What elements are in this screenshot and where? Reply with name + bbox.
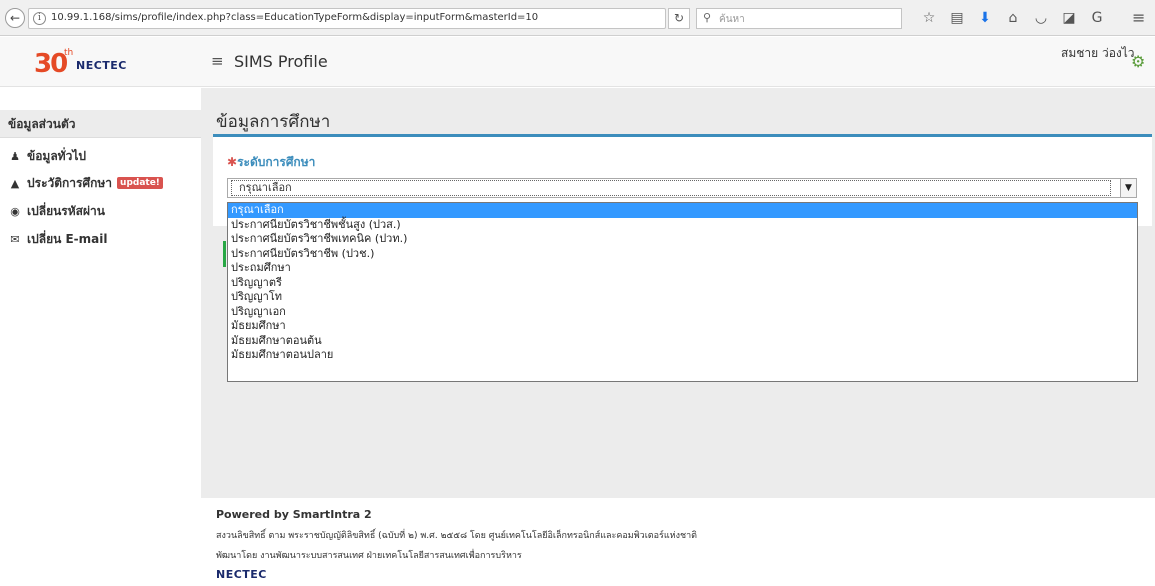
dropdown-option[interactable]: ประกาศนียบัตรวิชาชีพเทคนิค (ปวท.): [228, 232, 1137, 247]
user-icon: ♟: [10, 149, 20, 163]
download-icon[interactable]: ⬇: [976, 9, 994, 27]
url-text[interactable]: 10.99.1.168/sims/profile/index.php?class…: [51, 12, 538, 23]
browser-toolbar-icons: ☆ ▤ ⬇ ⌂ ◡ ◪ G: [920, 9, 1106, 27]
address-bar[interactable]: i 10.99.1.168/sims/profile/index.php?cla…: [28, 8, 666, 29]
logo-superscript: th: [64, 48, 74, 58]
dropdown-option[interactable]: ปริญญาเอก: [228, 305, 1137, 320]
powered-by: Powered by SmartIntra 2: [216, 508, 372, 521]
sidebar-item-education[interactable]: ▲ ประวัติการศึกษา update!: [8, 173, 163, 193]
dropdown-option[interactable]: กรุณาเลือก: [228, 203, 1137, 218]
search-icon: ⚲: [703, 11, 712, 24]
dropdown-option[interactable]: ประกาศนียบัตรวิชาชีพ (ปวช.): [228, 247, 1137, 262]
footer: Powered by SmartIntra 2 สงวนลิขสิทธิ์ ตา…: [201, 498, 1155, 586]
reading-list-icon[interactable]: ▤: [948, 9, 966, 27]
education-level-dropdown: กรุณาเลือก ประกาศนียบัตรวิชาชีพชั้นสูง (…: [227, 202, 1138, 382]
search-placeholder: ค้นหา: [719, 14, 745, 25]
reload-icon[interactable]: ↻: [668, 8, 690, 29]
hamburger-menu-icon[interactable]: ≡: [211, 52, 224, 70]
sidebar-item-label: เปลี่ยนรหัสผ่าน: [27, 203, 105, 218]
dropdown-option[interactable]: ปริญญาตรี: [228, 276, 1137, 291]
user-name[interactable]: สมชาย ว่องไว: [1061, 44, 1135, 63]
sidebar-item-general-info[interactable]: ♟ ข้อมูลทั่วไป: [8, 146, 86, 166]
dropdown-option[interactable]: ประกาศนียบัตรวิชาชีพชั้นสูง (ปวส.): [228, 218, 1137, 233]
extension-icon[interactable]: ◪: [1060, 9, 1078, 27]
update-badge: update!: [117, 177, 163, 189]
field-label-text: ระดับการศึกษา: [237, 155, 316, 169]
footer-logo: NECTEC: [216, 568, 267, 581]
logo-number: 30: [34, 49, 68, 79]
info-icon[interactable]: i: [33, 12, 46, 25]
sidebar-item-change-email[interactable]: ✉ เปลี่ยน E-mail: [8, 229, 108, 249]
copyright-text: สงวนลิขสิทธิ์ ตาม พระราชบัญญัติลิขสิทธิ์…: [216, 531, 698, 541]
browser-search-input[interactable]: ⚲ ค้นหา: [696, 8, 902, 29]
logo-brand: NECTEC: [76, 59, 127, 72]
sidebar-heading: ข้อมูลส่วนตัว: [0, 110, 201, 138]
logo[interactable]: 30 th NECTEC: [34, 48, 164, 79]
dropdown-option[interactable]: มัธยมศึกษา: [228, 319, 1137, 334]
settings-gears-icon[interactable]: ⚙: [1131, 52, 1145, 71]
page-title: ข้อมูลการศึกษา: [216, 112, 331, 132]
education-level-label: ✱ระดับการศึกษา: [227, 153, 315, 172]
sidebar: ข้อมูลส่วนตัว ♟ ข้อมูลทั่วไป ▲ ประวัติกา…: [0, 88, 201, 586]
green-indicator: [223, 241, 226, 267]
bookmark-star-icon[interactable]: ☆: [920, 9, 938, 27]
pocket-icon[interactable]: ◡: [1032, 9, 1050, 27]
app-header: 30 th NECTEC ≡ SIMS Profile สมชาย ว่องไว…: [0, 37, 1155, 87]
graduation-cap-icon: ▲: [10, 176, 20, 190]
sidebar-item-label: ประวัติการศึกษา: [27, 175, 113, 190]
developed-by-text: พัฒนาโดย งานพัฒนาระบบสารสนเทศ ฝ่ายเทคโนโ…: [216, 551, 522, 561]
browser-menu-icon[interactable]: ≡: [1132, 8, 1145, 27]
envelope-icon: ✉: [10, 232, 20, 246]
education-level-select[interactable]: กรุณาเลือก ▼: [227, 178, 1137, 198]
back-arrow-icon[interactable]: ←: [5, 8, 25, 28]
dropdown-option[interactable]: มัธยมศึกษาตอนปลาย: [228, 348, 1137, 363]
select-current-value[interactable]: กรุณาเลือก: [231, 180, 1111, 196]
g-extension-icon[interactable]: G: [1088, 9, 1106, 27]
sidebar-item-label: เปลี่ยน E-mail: [27, 231, 108, 246]
chevron-down-icon[interactable]: ▼: [1120, 179, 1136, 197]
browser-toolbar: ← i 10.99.1.168/sims/profile/index.php?c…: [0, 0, 1155, 36]
dropdown-option[interactable]: ประถมศึกษา: [228, 261, 1137, 276]
sidebar-item-change-password[interactable]: ◉ เปลี่ยนรหัสผ่าน: [8, 201, 105, 221]
app-title: SIMS Profile: [234, 52, 328, 71]
dropdown-option[interactable]: ปริญญาโท: [228, 290, 1137, 305]
required-mark: ✱: [227, 155, 238, 169]
lock-icon: ◉: [10, 204, 20, 218]
home-icon[interactable]: ⌂: [1004, 9, 1022, 27]
dropdown-option[interactable]: มัธยมศึกษาตอนต้น: [228, 334, 1137, 349]
sidebar-item-label: ข้อมูลทั่วไป: [27, 148, 86, 163]
